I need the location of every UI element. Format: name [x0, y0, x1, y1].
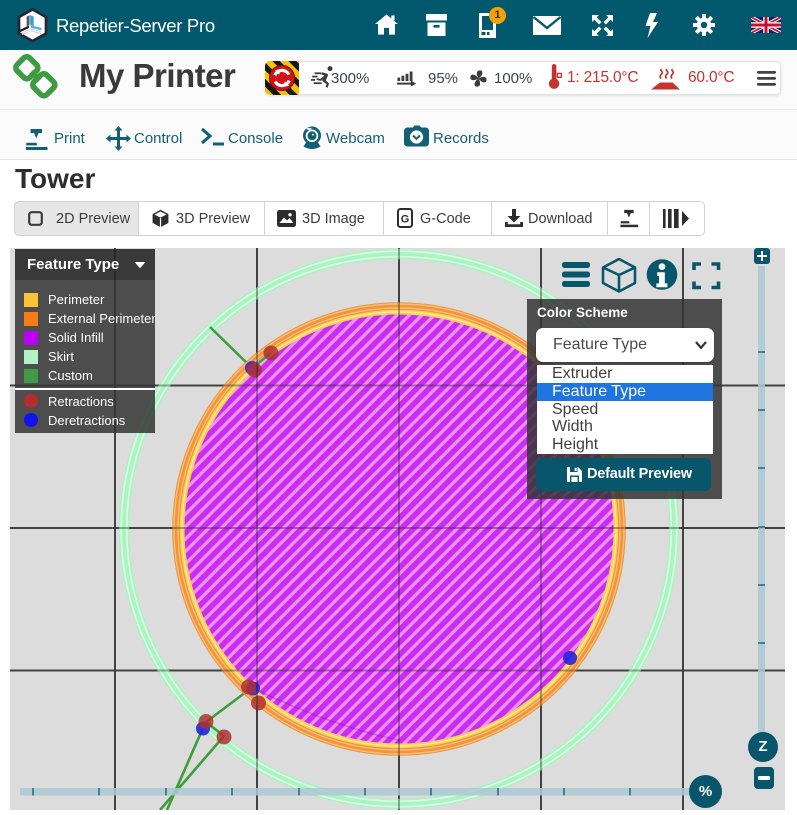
svg-text:G: G [401, 214, 410, 226]
